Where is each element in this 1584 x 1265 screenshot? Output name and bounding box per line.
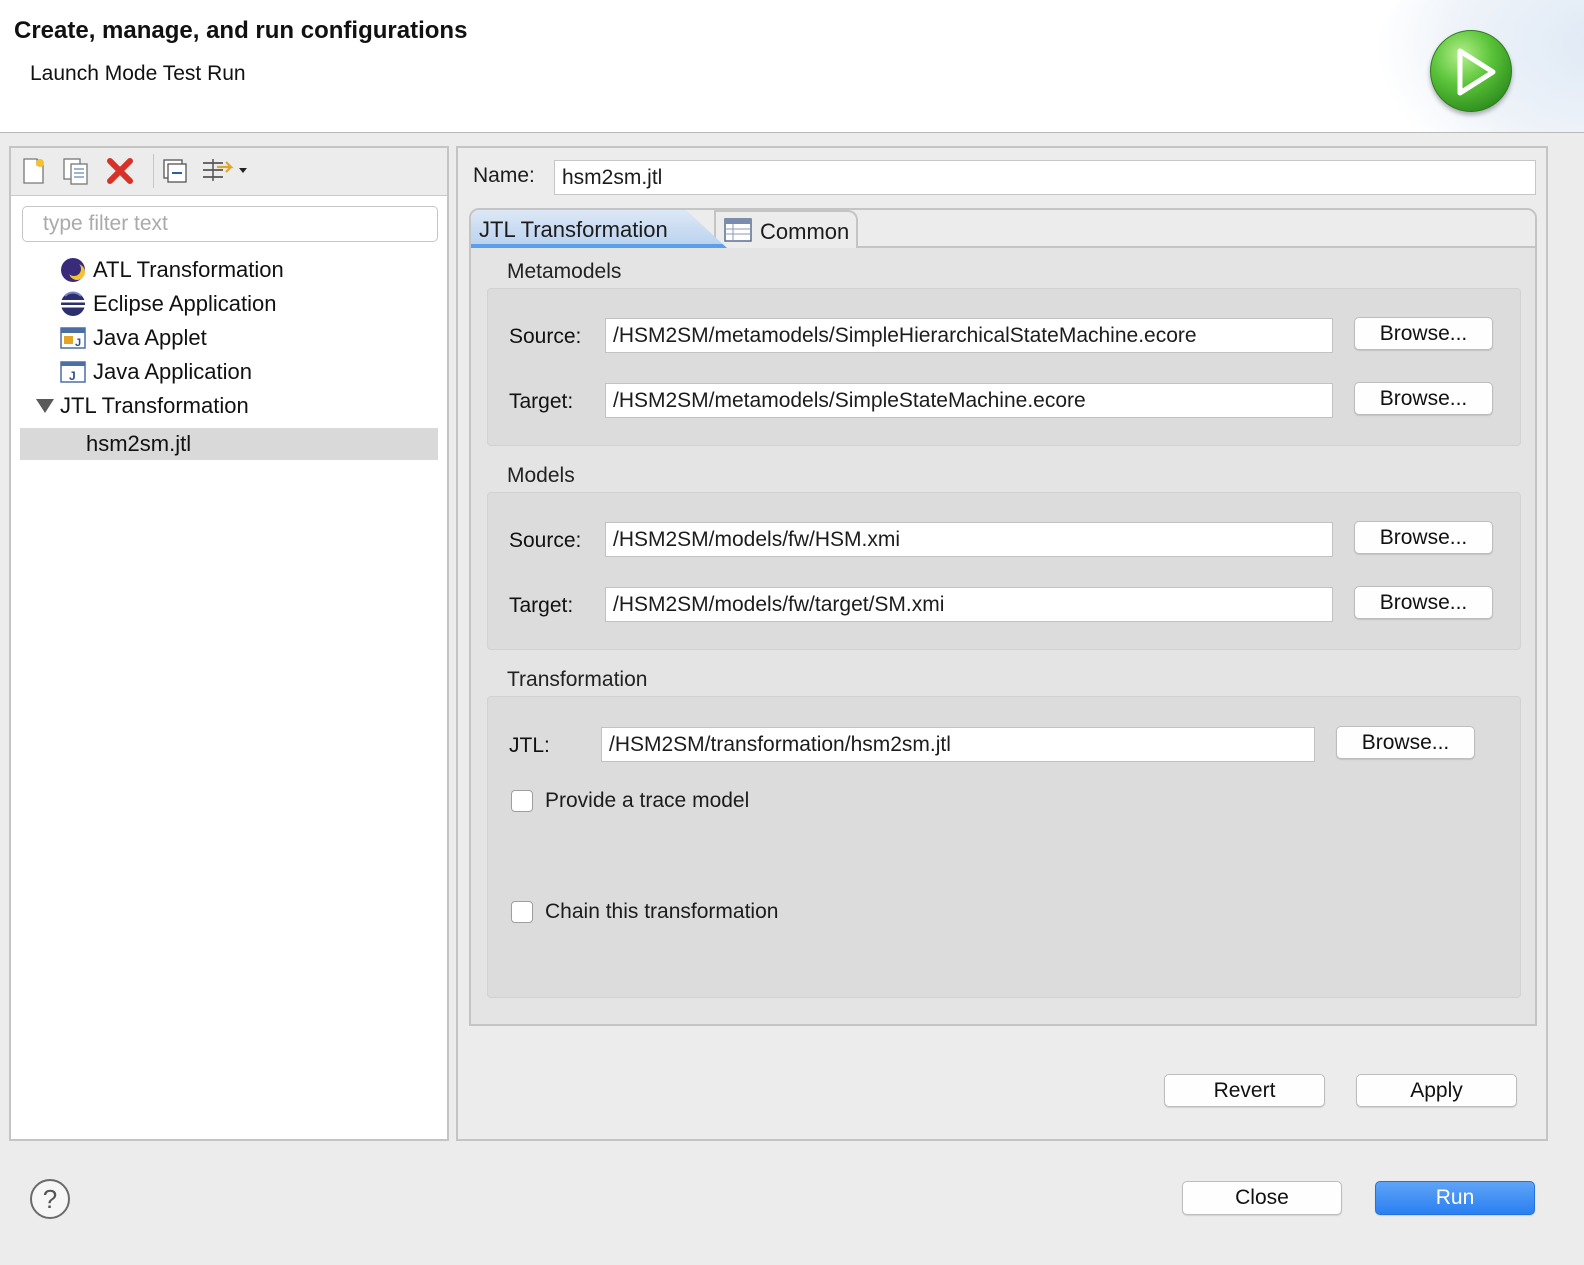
metamodel-target-input[interactable]: /HSM2SM/metamodels/SimpleStateMachine.ec… xyxy=(605,383,1333,418)
tree-item-label: Java Application xyxy=(93,359,252,384)
tree-item-label: hsm2sm.jtl xyxy=(86,431,192,456)
dialog-title: Create, manage, and run configurations xyxy=(14,17,468,44)
metamodels-section-title: Metamodels xyxy=(507,260,622,283)
filter-input[interactable]: type filter text xyxy=(22,206,438,242)
svg-text:J: J xyxy=(69,369,76,383)
tree-item-java-application[interactable]: J Java Application xyxy=(59,356,252,388)
dialog-subtitle: Launch Mode Test Run xyxy=(30,62,246,85)
tree-item-eclipse-application[interactable]: Eclipse Application xyxy=(59,288,276,320)
chain-transformation-checkbox[interactable] xyxy=(511,901,533,923)
configuration-list-panel: type filter text ATL Transformation Ecli… xyxy=(9,146,449,1141)
duplicate-configuration-icon[interactable] xyxy=(61,156,91,186)
dialog-header: Create, manage, and run configurations L… xyxy=(0,0,1584,133)
trace-model-option[interactable]: Provide a trace model xyxy=(511,789,749,813)
toolbar-separator xyxy=(153,154,154,188)
java-applet-icon: J xyxy=(60,327,86,349)
tree-item-atl-transformation[interactable]: ATL Transformation xyxy=(59,254,284,286)
name-input[interactable]: hsm2sm.jtl xyxy=(554,160,1536,195)
table-icon xyxy=(724,218,752,242)
tab-folder: Common JTL Transformation Metamodels Sou… xyxy=(469,208,1537,1026)
model-source-browse-button[interactable]: Browse... xyxy=(1354,521,1493,554)
expand-triangle-icon[interactable] xyxy=(36,399,54,413)
new-configuration-icon[interactable] xyxy=(19,156,49,186)
revert-button[interactable]: Revert xyxy=(1164,1074,1325,1107)
model-target-input[interactable]: /HSM2SM/models/fw/target/SM.xmi xyxy=(605,587,1333,622)
close-button[interactable]: Close xyxy=(1182,1181,1342,1215)
chain-transformation-label: Chain this transformation xyxy=(545,900,779,923)
delete-configuration-icon[interactable] xyxy=(105,156,135,186)
tab-jtl-transformation[interactable]: JTL Transformation xyxy=(471,210,727,248)
tree-selection-highlight xyxy=(20,428,438,460)
tab-strip: Common JTL Transformation xyxy=(471,210,1535,248)
model-source-input[interactable]: /HSM2SM/models/fw/HSM.xmi xyxy=(605,522,1333,557)
model-target-label: Target: xyxy=(509,594,574,617)
model-target-browse-button[interactable]: Browse... xyxy=(1354,586,1493,619)
metamodel-source-browse-button[interactable]: Browse... xyxy=(1354,317,1493,350)
atl-icon xyxy=(61,258,85,282)
tree-item-label: ATL Transformation xyxy=(93,257,284,282)
filter-menu-icon[interactable] xyxy=(201,156,251,186)
eclipse-icon xyxy=(61,291,85,316)
tree-item-jtl-transformation[interactable]: JTL Transformation xyxy=(36,390,249,422)
run-button[interactable]: Run xyxy=(1375,1181,1535,1215)
name-label: Name: xyxy=(473,164,535,187)
metamodel-source-label: Source: xyxy=(509,325,582,348)
models-group: Source: /HSM2SM/models/fw/HSM.xmi Browse… xyxy=(487,492,1521,650)
tree-item-java-applet[interactable]: J Java Applet xyxy=(59,322,207,354)
tree-item-label: JTL Transformation xyxy=(60,393,249,418)
jtl-label: JTL: xyxy=(509,734,550,757)
trace-model-label: Provide a trace model xyxy=(545,789,750,812)
chain-transformation-option[interactable]: Chain this transformation xyxy=(511,900,778,924)
jtl-input[interactable]: /HSM2SM/transformation/hsm2sm.jtl xyxy=(601,727,1315,762)
tree-item-label: Java Applet xyxy=(93,325,207,350)
configuration-editor-panel: Name: hsm2sm.jtl Common JTL Transformati… xyxy=(456,146,1548,1141)
apply-button[interactable]: Apply xyxy=(1356,1074,1517,1107)
run-banner-icon xyxy=(1430,30,1512,112)
models-section-title: Models xyxy=(507,464,575,487)
transformation-group: JTL: /HSM2SM/transformation/hsm2sm.jtl B… xyxy=(487,696,1521,998)
metamodels-group: Source: /HSM2SM/metamodels/SimpleHierarc… xyxy=(487,288,1521,446)
tree-item-label: Eclipse Application xyxy=(93,291,277,316)
metamodel-target-label: Target: xyxy=(509,390,574,413)
svg-text:J: J xyxy=(75,337,81,349)
tab-common[interactable]: Common xyxy=(714,210,858,248)
tab-label: Common xyxy=(760,219,850,244)
transformation-section-title: Transformation xyxy=(507,668,648,691)
metamodel-target-browse-button[interactable]: Browse... xyxy=(1354,382,1493,415)
tree-item-hsm2sm-jtl[interactable]: hsm2sm.jtl xyxy=(86,428,191,460)
java-application-icon: J xyxy=(60,361,86,383)
jtl-browse-button[interactable]: Browse... xyxy=(1336,726,1475,759)
help-icon[interactable]: ? xyxy=(30,1179,70,1219)
metamodel-source-input[interactable]: /HSM2SM/metamodels/SimpleHierarchicalSta… xyxy=(605,318,1333,353)
configuration-toolbar xyxy=(11,148,447,196)
trace-model-checkbox[interactable] xyxy=(511,790,533,812)
model-source-label: Source: xyxy=(509,529,582,552)
collapse-all-icon[interactable] xyxy=(161,156,191,186)
